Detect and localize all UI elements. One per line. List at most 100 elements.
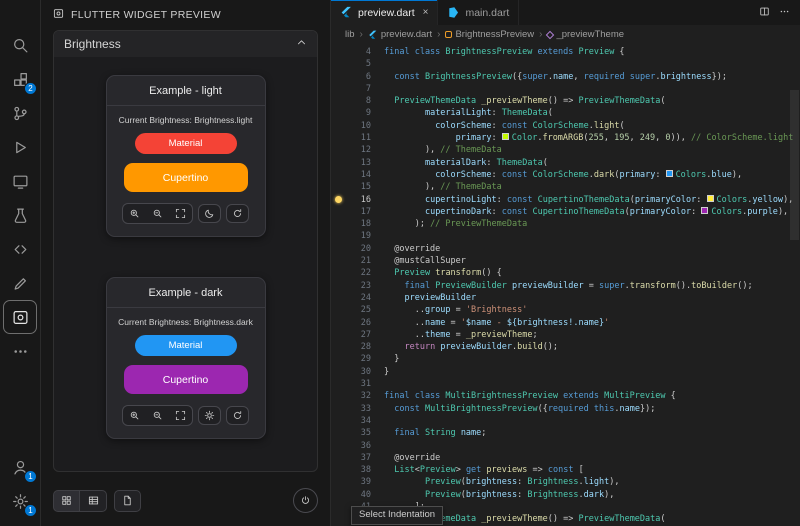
code-line[interactable]: 38 List<Preview> get previews => const [ [331,464,800,476]
code-line[interactable]: 39 Preview(brightness: Brightness.light)… [331,476,800,488]
source-control-icon[interactable] [3,96,37,130]
code-text: } [384,366,389,378]
restart-button[interactable] [293,488,318,513]
code-line[interactable]: 27 ..theme = _previewTheme; [331,329,800,341]
breadcrumb-method[interactable]: _previewTheme [547,29,624,40]
refresh-button[interactable] [226,406,249,425]
edit-pencil-icon[interactable] [3,266,37,300]
run-debug-icon[interactable] [3,130,37,164]
split-editor-icon[interactable] [759,4,770,22]
breadcrumb-file[interactable]: preview.dart [368,29,432,40]
code-line[interactable]: 9 materialLight: ThemeData( [331,107,800,119]
settings-gear-icon[interactable]: 1 [3,484,37,518]
code-line[interactable]: 7 [331,83,800,95]
code-line[interactable]: 32final class MultiBrightnessPreview ext… [331,390,800,402]
code-line[interactable]: 21 @mustCallSuper [331,255,800,267]
chevron-up-icon[interactable] [296,37,307,51]
preview-title: Example - light [107,76,265,106]
code-line[interactable]: 12 ), // ThemeData [331,144,800,156]
code-line[interactable]: 35 final String name; [331,427,800,439]
color-swatch[interactable] [666,170,673,177]
document-button[interactable] [114,490,141,512]
widget-preview-panel-icon [53,8,64,22]
code-line[interactable]: 26 ..name = '$name - ${brightness!.name}… [331,317,800,329]
code-line[interactable]: 33 const MultiBrightnessPreview({require… [331,403,800,415]
code-line[interactable]: 13 materialDark: ThemeData( [331,157,800,169]
cupertino-button[interactable]: Cupertino [124,365,248,394]
search-icon[interactable] [3,28,37,62]
more-views-icon[interactable] [3,334,37,368]
code-line[interactable]: 11 primary: Color.fromARGB(255, 195, 249… [331,132,800,144]
code-text: Preview transform() { [384,267,502,279]
lightbulb-icon[interactable] [335,196,342,203]
grid-view-button[interactable] [53,490,80,512]
widget-preview-icon[interactable] [3,300,37,334]
breadcrumb-lib[interactable]: lib [345,29,355,40]
code-text: const BrightnessPreview({super.name, req… [384,71,727,83]
material-button[interactable]: Material [135,133,237,154]
tab-main-dart[interactable]: main.dart [438,0,519,25]
color-swatch[interactable] [701,207,708,214]
color-swatch[interactable] [707,195,714,202]
color-swatch[interactable] [502,133,509,140]
table-view-button[interactable] [80,490,107,512]
code-line[interactable]: 6 const BrightnessPreview({super.name, r… [331,71,800,83]
zoom-out-button[interactable] [146,406,169,425]
code-line[interactable]: 29 } [331,353,800,365]
tab-preview-dart[interactable]: preview.dart × [331,0,438,25]
line-number: 38 [331,464,384,476]
fullscreen-button[interactable] [169,406,192,425]
code-line[interactable]: 4final class BrightnessPreview extends P… [331,46,800,58]
code-line[interactable]: 10 colorScheme: const ColorScheme.light( [331,120,800,132]
code-text: return previewBuilder.build(); [384,341,558,353]
scrollbar-thumb[interactable] [790,90,799,240]
cupertino-button[interactable]: Cupertino [124,163,248,192]
code-line[interactable]: 24 previewBuilder [331,292,800,304]
code-references-icon[interactable] [3,232,37,266]
line-number: 11 [331,132,384,144]
more-actions-icon[interactable] [779,4,790,22]
breadcrumb-class[interactable]: BrightnessPreview [445,29,534,40]
chevron-right-icon: › [437,29,440,40]
material-button[interactable]: Material [135,335,237,356]
line-number: 19 [331,230,384,242]
code-line[interactable]: 34 [331,415,800,427]
code-line[interactable]: 36 [331,440,800,452]
code-line[interactable]: 25 ..group = 'Brightness' [331,304,800,316]
zoom-in-button[interactable] [123,204,146,223]
code-line[interactable]: 22 Preview transform() { [331,267,800,279]
code-line[interactable]: 14 colorScheme: const ColorScheme.dark(p… [331,169,800,181]
accounts-icon[interactable]: 1 [3,450,37,484]
testing-flask-icon[interactable] [3,198,37,232]
code-text: final String name; [384,427,486,439]
extensions-icon[interactable]: 2 [3,62,37,96]
code-line[interactable]: 40 Preview(brightness: Brightness.dark), [331,489,800,501]
code-line[interactable]: 23 final PreviewBuilder previewBuilder =… [331,280,800,292]
code-line[interactable]: 20 @override [331,243,800,255]
code-line[interactable]: 30} [331,366,800,378]
code-line[interactable]: 17 cupertinoDark: const CupertinoThemeDa… [331,206,800,218]
code-line[interactable]: 8 PreviewThemeData _previewTheme() => Pr… [331,95,800,107]
light-mode-toggle-button[interactable] [198,406,221,425]
code-line[interactable]: 37 @override [331,452,800,464]
code-line[interactable]: 5 [331,58,800,70]
line-number: 26 [331,317,384,329]
zoom-in-button[interactable] [123,406,146,425]
dark-mode-toggle-button[interactable] [198,204,221,223]
sidebar-footer-toolbar [53,488,318,513]
refresh-button[interactable] [226,204,249,223]
code-line[interactable]: 16 cupertinoLight: const CupertinoThemeD… [331,194,800,206]
brightness-section-header[interactable]: Brightness [54,31,317,57]
tab-close-icon[interactable]: × [423,7,429,18]
fullscreen-button[interactable] [169,204,192,223]
line-number: 32 [331,390,384,402]
code-line[interactable]: 19 [331,230,800,242]
code-line[interactable]: 15 ), // ThemeData [331,181,800,193]
code-line[interactable]: 31 [331,378,800,390]
code-line[interactable]: 28 return previewBuilder.build(); [331,341,800,353]
code-editor[interactable]: 4final class BrightnessPreview extends P… [331,44,800,526]
remote-explorer-icon[interactable] [3,164,37,198]
code-line[interactable]: 18 ); // PreviewThemeData [331,218,800,230]
preview-status: Current Brightness: Brightness.dark [107,308,265,334]
zoom-out-button[interactable] [146,204,169,223]
